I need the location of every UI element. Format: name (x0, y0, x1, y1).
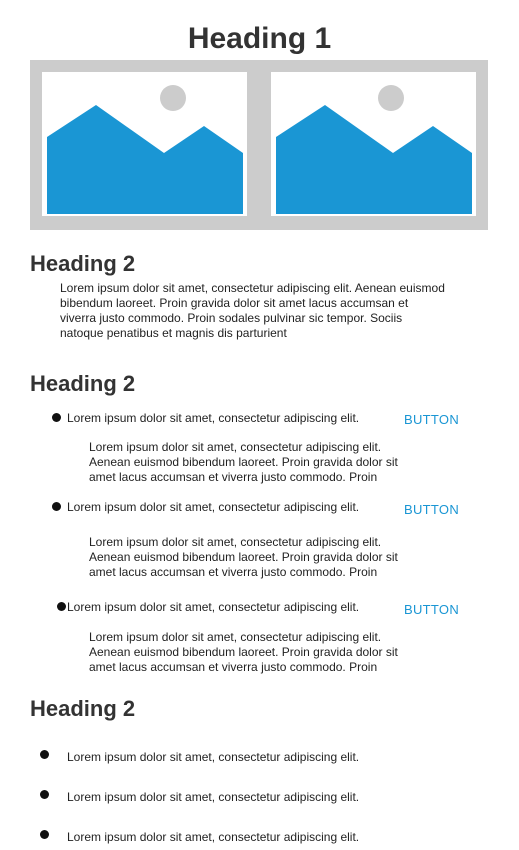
item-button[interactable]: BUTTON (404, 602, 459, 617)
detail-line: amet lacus accumsan et viverra justo com… (89, 470, 378, 484)
bullet-icon (40, 750, 49, 759)
section-heading: Heading 2 (30, 251, 136, 276)
list-item: Lorem ipsum dolor sit amet, consectetur … (67, 830, 360, 844)
list-item-title: Lorem ipsum dolor sit amet, consectetur … (67, 500, 360, 514)
image-placeholder-icon (276, 85, 472, 214)
item-button[interactable]: BUTTON (404, 412, 459, 427)
list-item: Lorem ipsum dolor sit amet, consectetur … (67, 790, 360, 804)
list-item-title: Lorem ipsum dolor sit amet, consectetur … (67, 600, 360, 614)
detail-line: Aenean euismod bibendum laoreet. Proin g… (89, 550, 398, 564)
paragraph-line: Lorem ipsum dolor sit amet, consectetur … (60, 281, 445, 295)
detail-line: Aenean euismod bibendum laoreet. Proin g… (89, 455, 398, 469)
section-heading: Heading 2 (30, 696, 136, 721)
section-paragraph: Lorem ipsum dolor sit amet, consectetur … (60, 281, 500, 341)
gallery-image-2[interactable] (271, 72, 476, 216)
list-item-detail: Lorem ipsum dolor sit amet, consectetur … (89, 440, 398, 485)
list-item: Lorem ipsum dolor sit amet, consectetur … (67, 750, 360, 764)
list-item-detail: Lorem ipsum dolor sit amet, consectetur … (89, 535, 398, 580)
paragraph-line: natoque penatibus et magnis dis parturie… (60, 326, 287, 340)
list-item-detail: Lorem ipsum dolor sit amet, consectetur … (89, 630, 398, 675)
section-heading: Heading 2 (30, 371, 136, 396)
bullet-icon (40, 830, 49, 839)
detail-line: Aenean euismod bibendum laoreet. Proin g… (89, 645, 398, 659)
detail-line: amet lacus accumsan et viverra justo com… (89, 565, 378, 579)
bullet-icon (52, 413, 61, 422)
paragraph-line: bibendum laoreet. Proin gravida dolor si… (60, 296, 409, 310)
paragraph-line: viverra justo commodo. Proin sodales pul… (60, 311, 403, 325)
item-button[interactable]: BUTTON (404, 502, 459, 517)
list-item-title: Lorem ipsum dolor sit amet, consectetur … (67, 411, 360, 425)
image-placeholder-icon (47, 85, 243, 214)
bullet-icon (57, 602, 66, 611)
detail-line: Lorem ipsum dolor sit amet, consectetur … (89, 440, 382, 454)
image-gallery (30, 60, 488, 230)
detail-line: Lorem ipsum dolor sit amet, consectetur … (89, 630, 382, 644)
bullet-icon (40, 790, 49, 799)
detail-line: amet lacus accumsan et viverra justo com… (89, 660, 378, 674)
detail-line: Lorem ipsum dolor sit amet, consectetur … (89, 535, 382, 549)
page-title: Heading 1 (187, 22, 332, 55)
gallery-image-1[interactable] (42, 72, 247, 216)
bullet-icon (52, 502, 61, 511)
